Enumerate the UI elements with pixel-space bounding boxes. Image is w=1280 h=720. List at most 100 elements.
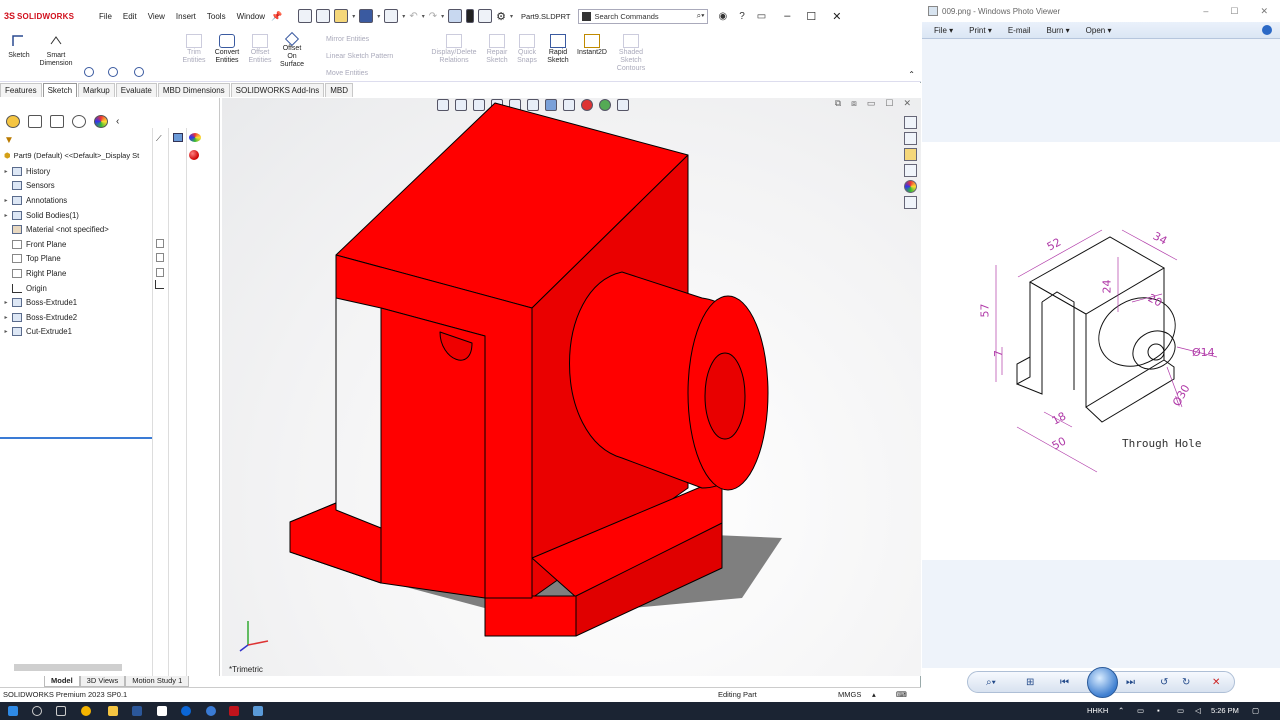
file-properties-icon[interactable] xyxy=(478,9,493,23)
pv-minimize-icon[interactable]: – xyxy=(1203,6,1208,17)
appearances-icon[interactable] xyxy=(904,180,917,193)
language-indicator[interactable]: HHKH xyxy=(1087,706,1108,715)
sw-logo[interactable]: 3S SOLIDWORKS xyxy=(4,11,84,21)
volume-icon[interactable]: ◁ xyxy=(1195,706,1201,715)
line-tool-icon[interactable] xyxy=(84,67,94,77)
play-slideshow-button[interactable] xyxy=(1087,667,1118,698)
tab-model[interactable]: Model xyxy=(44,676,80,687)
spline-tool-icon[interactable] xyxy=(134,67,144,77)
rotate-clockwise-icon[interactable]: ↻ xyxy=(1182,677,1190,688)
delete-icon[interactable]: ✕ xyxy=(1212,677,1220,688)
undo-icon[interactable]: ↶ xyxy=(409,11,417,22)
tree-root-part[interactable]: ⬢ Part9 (Default) <<Default>_Display St xyxy=(4,151,139,160)
zoom-icon[interactable]: ⌕▾ xyxy=(986,677,996,688)
offset-on-surface-button[interactable]: Offset On Surface xyxy=(278,31,306,69)
filter-icon[interactable]: ▼ xyxy=(4,135,14,146)
property-manager-tab-icon[interactable] xyxy=(28,114,42,128)
print-icon[interactable] xyxy=(384,9,399,23)
tree-item-right-plane[interactable]: Right Plane xyxy=(0,266,152,281)
tree-item-sensors[interactable]: Sensors xyxy=(0,179,152,194)
tab-markup[interactable]: Markup xyxy=(78,83,115,97)
tab-mbd-dimensions[interactable]: MBD Dimensions xyxy=(157,83,230,97)
monitor-icon[interactable]: ▭ xyxy=(1177,706,1184,715)
circle-tool-icon[interactable] xyxy=(108,67,118,77)
pv-menu-file[interactable]: File ▾ xyxy=(934,26,953,35)
tree-item-boss-extrude1[interactable]: ▸ Boss-Extrude1 xyxy=(0,295,152,310)
minimize-icon[interactable]: – xyxy=(784,10,790,23)
actual-size-icon[interactable]: ⊞ xyxy=(1026,677,1034,688)
search-commands-box[interactable]: Search Commands ⌕▾ xyxy=(578,8,709,24)
display-delete-relations-button[interactable]: Display/Delete Relations xyxy=(428,34,480,65)
notepad-icon[interactable] xyxy=(157,706,167,716)
tree-item-cut-extrude1[interactable]: ▸ Cut-Extrude1 xyxy=(0,325,152,340)
menu-insert[interactable]: Insert xyxy=(176,12,196,21)
smart-dimension-button[interactable]: Smart Dimension xyxy=(36,34,76,68)
quick-snaps-button[interactable]: Quick Snaps xyxy=(514,34,540,65)
open-folder-icon[interactable] xyxy=(334,9,349,23)
file-explorer-icon[interactable] xyxy=(904,148,917,161)
user-icon[interactable]: ◉ xyxy=(718,11,727,22)
pv-menu-burn[interactable]: Burn ▾ xyxy=(1047,26,1070,35)
rotate-counterclockwise-icon[interactable]: ↺ xyxy=(1160,677,1168,688)
previous-image-icon[interactable]: ⏮ xyxy=(1060,677,1069,688)
instant2d-button[interactable]: Instant2D xyxy=(575,34,609,57)
pv-help-icon[interactable] xyxy=(1262,25,1272,35)
display-manager-tab-icon[interactable] xyxy=(94,114,108,128)
tab-3d-views[interactable]: 3D Views xyxy=(79,676,126,687)
home-icon[interactable] xyxy=(298,9,313,23)
graphics-area[interactable]: ⧉ ⧈ ▭ ☐ ✕ *Trimetric xyxy=(222,98,921,676)
options-gear-icon[interactable]: ⚙ xyxy=(496,10,506,23)
part-model[interactable] xyxy=(222,98,921,676)
pv-maximize-icon[interactable]: ☐ xyxy=(1230,6,1238,17)
collapse-panel-icon[interactable]: ‹ xyxy=(116,116,119,127)
tree-item-origin[interactable]: Origin xyxy=(0,281,152,296)
sketch-button[interactable]: Sketch xyxy=(4,34,34,60)
tab-solidworks-addins[interactable]: SOLIDWORKS Add-Ins xyxy=(230,83,325,97)
convert-entities-button[interactable]: Convert Entities xyxy=(211,34,243,65)
start-icon[interactable] xyxy=(8,706,18,716)
tray-chevron-icon[interactable]: ⌃ xyxy=(1118,706,1124,715)
edge-icon[interactable] xyxy=(181,706,191,716)
search-icon[interactable]: ⌕▾ xyxy=(697,11,705,21)
menu-file[interactable]: File xyxy=(99,12,112,21)
tree-item-history[interactable]: ▸ History xyxy=(0,164,152,179)
pv-menu-print[interactable]: Print ▾ xyxy=(969,26,992,35)
tree-item-boss-extrude2[interactable]: ▸ Boss-Extrude2 xyxy=(0,310,152,325)
part-appearance-color-swatch[interactable] xyxy=(189,150,199,160)
tab-evaluate[interactable]: Evaluate xyxy=(115,83,157,97)
redo-icon[interactable]: ↷ xyxy=(429,11,437,22)
rebuild-icon[interactable] xyxy=(466,9,475,23)
solidworks-taskbar-icon[interactable] xyxy=(229,706,239,716)
front-plane-visibility-icon[interactable] xyxy=(156,239,164,248)
menu-tools[interactable]: Tools xyxy=(207,12,226,21)
solidworks-resources-icon[interactable] xyxy=(904,116,917,129)
mirror-entities-button[interactable]: Mirror Entities xyxy=(326,36,369,43)
tab-features[interactable]: Features xyxy=(0,83,42,97)
collapse-ribbon-icon[interactable]: ⌃ xyxy=(908,70,915,79)
task-view-icon[interactable] xyxy=(56,706,66,716)
menu-view[interactable]: View xyxy=(148,12,165,21)
chrome-icon[interactable] xyxy=(81,706,91,716)
tree-horizontal-scrollbar[interactable] xyxy=(14,664,122,671)
rapid-sketch-button[interactable]: Rapid Sketch xyxy=(544,34,572,65)
search-taskbar-icon[interactable] xyxy=(32,706,42,716)
appearance-icon[interactable] xyxy=(189,133,201,142)
tab-mbd[interactable]: MBD xyxy=(325,83,354,97)
close-icon[interactable]: ✕ xyxy=(832,10,841,23)
design-library-icon[interactable] xyxy=(904,132,917,145)
origin-visibility-icon[interactable] xyxy=(155,280,164,289)
move-entities-button[interactable]: Move Entities xyxy=(326,70,368,77)
maximize-icon[interactable]: ☐ xyxy=(806,10,816,23)
new-document-icon[interactable] xyxy=(316,9,331,23)
help-icon[interactable]: ? xyxy=(739,11,745,22)
hide-show-icon[interactable]: ⟋ xyxy=(156,134,162,144)
rollback-bar[interactable] xyxy=(0,437,152,439)
tree-item-top-plane[interactable]: Top Plane xyxy=(0,252,152,267)
word-icon[interactable] xyxy=(132,706,142,716)
select-arrow-icon[interactable] xyxy=(448,9,463,23)
menu-edit[interactable]: Edit xyxy=(123,12,137,21)
file-explorer-taskbar-icon[interactable] xyxy=(108,706,118,716)
configuration-manager-tab-icon[interactable] xyxy=(50,114,64,128)
network-icon[interactable]: ▭ xyxy=(1137,706,1144,715)
tree-item-annotations[interactable]: ▸ Annotations xyxy=(0,193,152,208)
